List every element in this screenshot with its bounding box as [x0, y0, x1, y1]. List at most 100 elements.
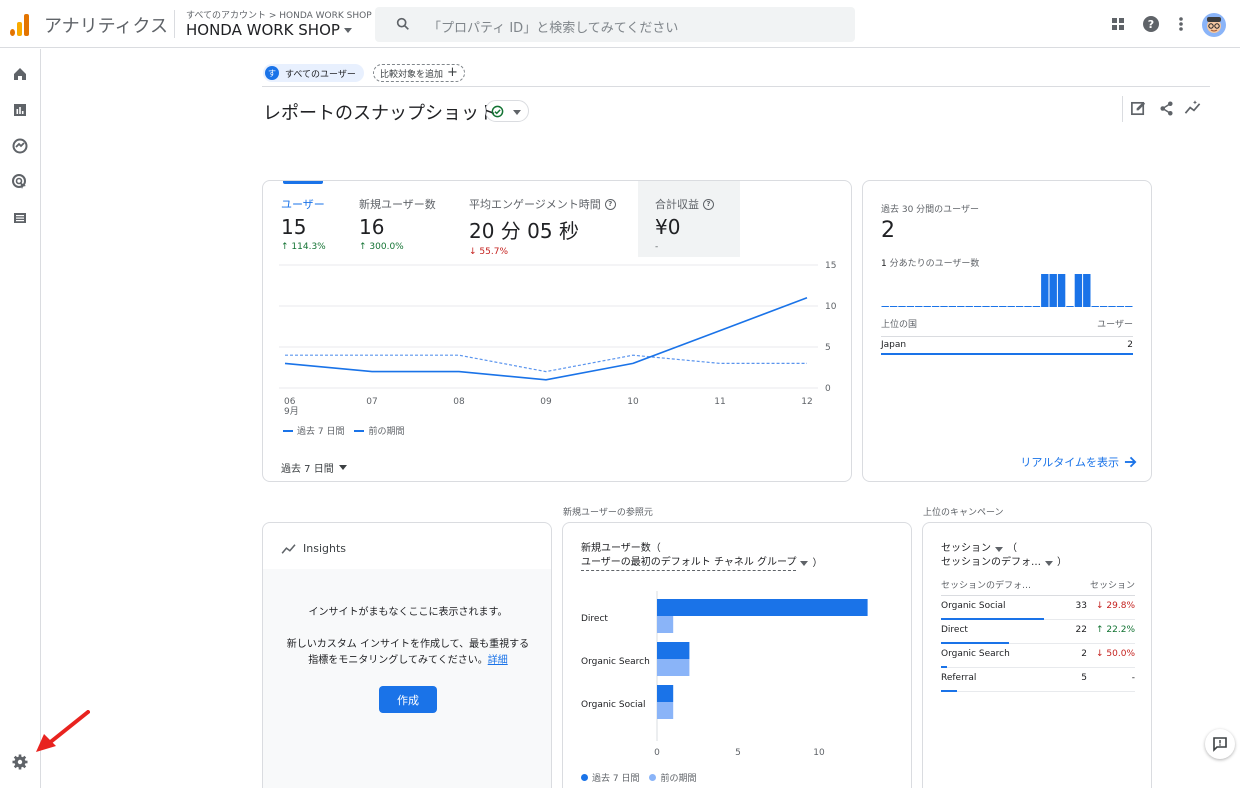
minute-bar	[957, 306, 965, 307]
bar	[657, 616, 674, 633]
y-tick-label: 0	[825, 384, 831, 394]
share-icon[interactable]	[1158, 100, 1175, 117]
arrow-up-icon: ↑	[359, 242, 367, 252]
minute-bar	[1041, 274, 1049, 307]
row-sessions: 33	[1075, 601, 1087, 611]
configure-list-icon[interactable]	[11, 209, 29, 227]
feedback-icon	[1213, 737, 1227, 752]
acquisition-card: 新規ユーザー数（ ユーザーの最初のデフォルト チャネル グループ ） Direc…	[562, 522, 912, 788]
x-tick-label: 09	[540, 397, 552, 407]
detail-link[interactable]: 詳細	[488, 655, 508, 666]
legend-current: 過去 7 日間	[581, 771, 639, 784]
create-insight-button[interactable]: 作成	[379, 686, 437, 713]
x-tick-label: 07	[366, 397, 377, 407]
search-bar[interactable]: 「プロパティ ID」と検索してみてください	[375, 7, 855, 42]
advertising-icon[interactable]	[11, 173, 29, 191]
status-dropdown[interactable]	[485, 100, 529, 122]
minute-bar	[931, 306, 940, 307]
insights-title: Insights	[303, 542, 347, 555]
help-icon[interactable]: ?	[703, 198, 714, 210]
avatar[interactable]	[1202, 13, 1226, 37]
insights-header: Insights	[281, 542, 346, 555]
share-bar	[941, 690, 957, 692]
view-realtime-link[interactable]: リアルタイムを表示	[1020, 454, 1137, 470]
reports-icon[interactable]	[11, 101, 29, 119]
insights-icon[interactable]	[1184, 100, 1202, 117]
metric-total-revenue[interactable]: 合計収益? ¥0 -	[655, 196, 714, 252]
account-breadcrumb[interactable]: すべてのアカウント > HONDA WORK SHOP	[186, 8, 372, 21]
row-sessions: 2	[1081, 649, 1087, 659]
row-channel: Organic Search	[941, 649, 1010, 659]
x-month-label: 9月	[284, 406, 299, 417]
analytics-logo-icon[interactable]	[10, 12, 32, 36]
row-sessions: 5	[1081, 673, 1087, 683]
metric-users[interactable]: ユーザー 15 ↑ 114.3%	[281, 196, 326, 252]
realtime-card: 過去 30 分間のユーザー 2 1 分あたりのユーザー数 上位の国 ユーザー J…	[862, 180, 1152, 482]
chevron-down-icon	[1045, 560, 1053, 566]
row-channel: Direct	[941, 625, 968, 635]
minute-bar	[982, 306, 990, 307]
metric-new-users[interactable]: 新規ユーザー数 16 ↑ 300.0%	[359, 196, 436, 252]
campaigns-card: セッション （ セッションのデフォ… ） セッションのデフォ… セッション Or…	[922, 522, 1152, 788]
arrow-up-icon: ↑	[1096, 625, 1107, 635]
search-placeholder: 「プロパティ ID」と検索してみてください	[428, 21, 679, 36]
chart-legend: 過去 7 日間 前の期間	[283, 424, 404, 437]
table-row[interactable]: Organic Search 2 ↓ 50.0%	[941, 644, 1135, 668]
chevron-down-icon	[343, 27, 352, 33]
row-delta: ↓ 29.8%	[1096, 601, 1135, 611]
search-icon	[396, 17, 409, 30]
insights-message-2: 新しいカスタム インサイトを作成して、最も重視する指標をモニタリングしてみてくだ…	[286, 639, 530, 666]
minute-bar	[898, 306, 906, 307]
row-users: 2	[1127, 340, 1133, 350]
x-tick-label: 11	[714, 397, 725, 407]
minute-bar	[948, 306, 957, 307]
minute-bar	[999, 306, 1007, 307]
apps-grid-icon[interactable]	[1108, 14, 1128, 34]
series-line	[285, 354, 807, 373]
row-delta: ↓ 50.0%	[1096, 649, 1135, 659]
y-tick-label: 10	[825, 302, 837, 312]
series-line	[284, 297, 808, 381]
minute-bar	[1066, 306, 1074, 307]
metric-label: ユーザー	[281, 198, 325, 211]
customize-report-icon[interactable]	[1130, 100, 1147, 117]
insights-card: Insights インサイトがまもなくここに表示されます。 新しいカスタム イン…	[262, 522, 552, 788]
explore-icon[interactable]	[11, 137, 29, 155]
campaigns-table-header: セッションのデフォ… セッション	[941, 578, 1135, 596]
minute-bar	[1099, 306, 1108, 307]
more-vert-icon[interactable]	[1171, 14, 1191, 34]
chevron-down-icon	[513, 110, 521, 115]
x-tick-label: 0	[654, 748, 660, 758]
view-realtime-label: リアルタイムを表示	[1020, 456, 1119, 469]
help-icon[interactable]: ?	[1141, 14, 1161, 34]
add-comparison-label: 比較対象を追加	[380, 69, 444, 80]
per-minute-bar-chart	[881, 274, 1133, 307]
bar	[657, 685, 674, 702]
table-row[interactable]: Direct 22 ↑ 22.2%	[941, 620, 1135, 644]
campaigns-title[interactable]: セッション （ セッションのデフォ… ）	[941, 542, 1067, 570]
chevron-down-icon	[800, 561, 809, 566]
property-selector[interactable]: HONDA WORK SHOP	[186, 21, 352, 39]
metric-delta: ↑ 114.3%	[281, 242, 326, 252]
table-row[interactable]: Referral 5 -	[941, 668, 1135, 692]
settings-gear-icon[interactable]	[11, 753, 29, 771]
metric-engagement-time[interactable]: 平均エンゲージメント時間? 20 分 05 秒 ↓ 55.7%	[469, 196, 616, 257]
minute-bar	[1083, 274, 1091, 307]
add-comparison-button[interactable]: 比較対象を追加 +	[373, 64, 465, 82]
acquisition-title[interactable]: 新規ユーザー数（ ユーザーの最初のデフォルト チャネル グループ ）	[581, 542, 822, 571]
table-row[interactable]: Organic Social 33 ↓ 29.8%	[941, 596, 1135, 620]
segment-label: すべてのユーザー	[285, 69, 356, 80]
category-label: Organic Social	[581, 700, 646, 710]
table-row: Japan 2	[881, 337, 1133, 355]
minute-bar	[1024, 306, 1032, 307]
insights-icon	[281, 543, 296, 554]
divider	[1122, 96, 1123, 122]
y-tick-label: 15	[825, 261, 836, 271]
x-tick-label: 5	[735, 748, 741, 758]
date-range-dropdown[interactable]: 過去 7 日間	[281, 460, 347, 475]
feedback-button[interactable]	[1205, 729, 1235, 759]
home-icon[interactable]	[11, 65, 29, 83]
segment-chip[interactable]: す すべてのユーザー	[263, 64, 364, 82]
help-icon[interactable]: ?	[604, 198, 616, 210]
divider	[262, 86, 1210, 87]
